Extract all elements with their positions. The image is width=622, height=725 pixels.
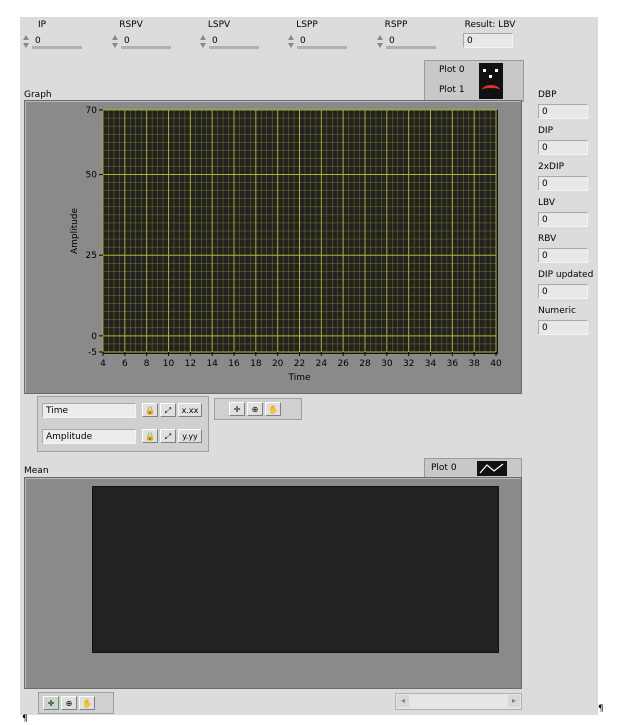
mean-plot-area[interactable] [92, 486, 499, 653]
indicator-label-2xdip: 2xDIP [538, 162, 565, 172]
x-tick-label: 16 [228, 359, 240, 369]
scale-legend: Time 🔒 ⤢ x.xx Amplitude 🔒 ⤢ y.yy [37, 396, 209, 452]
x-tick-label: 12 [185, 359, 196, 369]
x-tick-label: 20 [272, 359, 284, 369]
y-tick-label: 0 [91, 332, 97, 342]
indicator-label-rbv: RBV [538, 234, 557, 244]
scroll-right-icon[interactable]: ▸ [508, 695, 520, 707]
x-tick-label: 32 [403, 359, 414, 369]
y-autoscale-icon[interactable]: ⤢ [160, 429, 176, 443]
x-tick-label: 18 [250, 359, 262, 369]
x-tick-label: 38 [468, 359, 480, 369]
lock-icon[interactable]: 🔒 [142, 403, 158, 417]
indicator-2xdip: 0 [538, 176, 588, 191]
horizontal-scrollbar[interactable]: ◂ ▸ [395, 693, 522, 710]
pilcrow-mark: ¶ [598, 704, 604, 714]
x-tick-label: 24 [316, 359, 328, 369]
y-tick-label: 50 [86, 171, 98, 181]
x-tick-label: 14 [206, 359, 218, 369]
plot-style-icon[interactable] [477, 461, 507, 476]
indicator-label-dip-updated: DIP updated [538, 270, 594, 280]
mean-legend-plot0-label: Plot 0 [431, 463, 457, 473]
x-axis-label: Time [287, 373, 310, 383]
x-format-button[interactable]: x.xx [178, 403, 202, 417]
zoom-icon[interactable]: ⊕ [247, 402, 263, 416]
indicator-label-lbv: LBV [538, 198, 556, 208]
y-tick-label: 25 [86, 251, 97, 261]
x-tick-label: 40 [490, 359, 502, 369]
crosshair-cursor-icon[interactable]: ✛ [229, 402, 245, 416]
y-format-button[interactable]: y.yy [178, 429, 202, 443]
x-tick-label: 22 [294, 359, 305, 369]
indicator-dbp: 0 [538, 104, 588, 119]
indicator-lbv: 0 [538, 212, 588, 227]
y-axis-label: Amplitude [70, 207, 80, 254]
y-tick-label: -5 [88, 348, 97, 358]
indicator-numeric: 0 [538, 320, 588, 335]
mean-title: Mean [24, 466, 49, 476]
x-tick-label: 34 [425, 359, 437, 369]
y-scale-name: Amplitude [42, 429, 136, 444]
indicator-label-dip: DIP [538, 126, 554, 136]
x-tick-label: 26 [337, 359, 349, 369]
pilcrow-mark: ¶ [22, 714, 28, 724]
mean-palette: ✛ ⊕ ✋ [38, 692, 114, 714]
x-tick-label: 28 [359, 359, 371, 369]
x-tick-label: 8 [144, 359, 150, 369]
pan-hand-icon[interactable]: ✋ [79, 696, 95, 710]
lock-icon[interactable]: 🔒 [142, 429, 158, 443]
indicator-rbv: 0 [538, 248, 588, 263]
crosshair-cursor-icon[interactable]: ✛ [43, 696, 59, 710]
x-tick-label: 4 [100, 359, 106, 369]
zoom-icon[interactable]: ⊕ [61, 696, 77, 710]
y-tick-label: 70 [86, 106, 98, 116]
x-autoscale-icon[interactable]: ⤢ [160, 403, 176, 417]
x-tick-label: 6 [122, 359, 128, 369]
x-tick-label: 10 [163, 359, 175, 369]
indicator-label-dbp: DBP [538, 90, 557, 100]
indicator-label-numeric: Numeric [538, 306, 576, 316]
indicator-dip-updated: 0 [538, 284, 588, 299]
pan-hand-icon[interactable]: ✋ [265, 402, 281, 416]
x-tick-label: 36 [447, 359, 459, 369]
line-style-icon [479, 463, 504, 474]
x-scale-name: Time [42, 403, 136, 418]
scroll-left-icon[interactable]: ◂ [397, 695, 409, 707]
x-tick-label: 30 [381, 359, 393, 369]
indicator-dip: 0 [538, 140, 588, 155]
graph-palette: ✛ ⊕ ✋ [214, 398, 302, 420]
